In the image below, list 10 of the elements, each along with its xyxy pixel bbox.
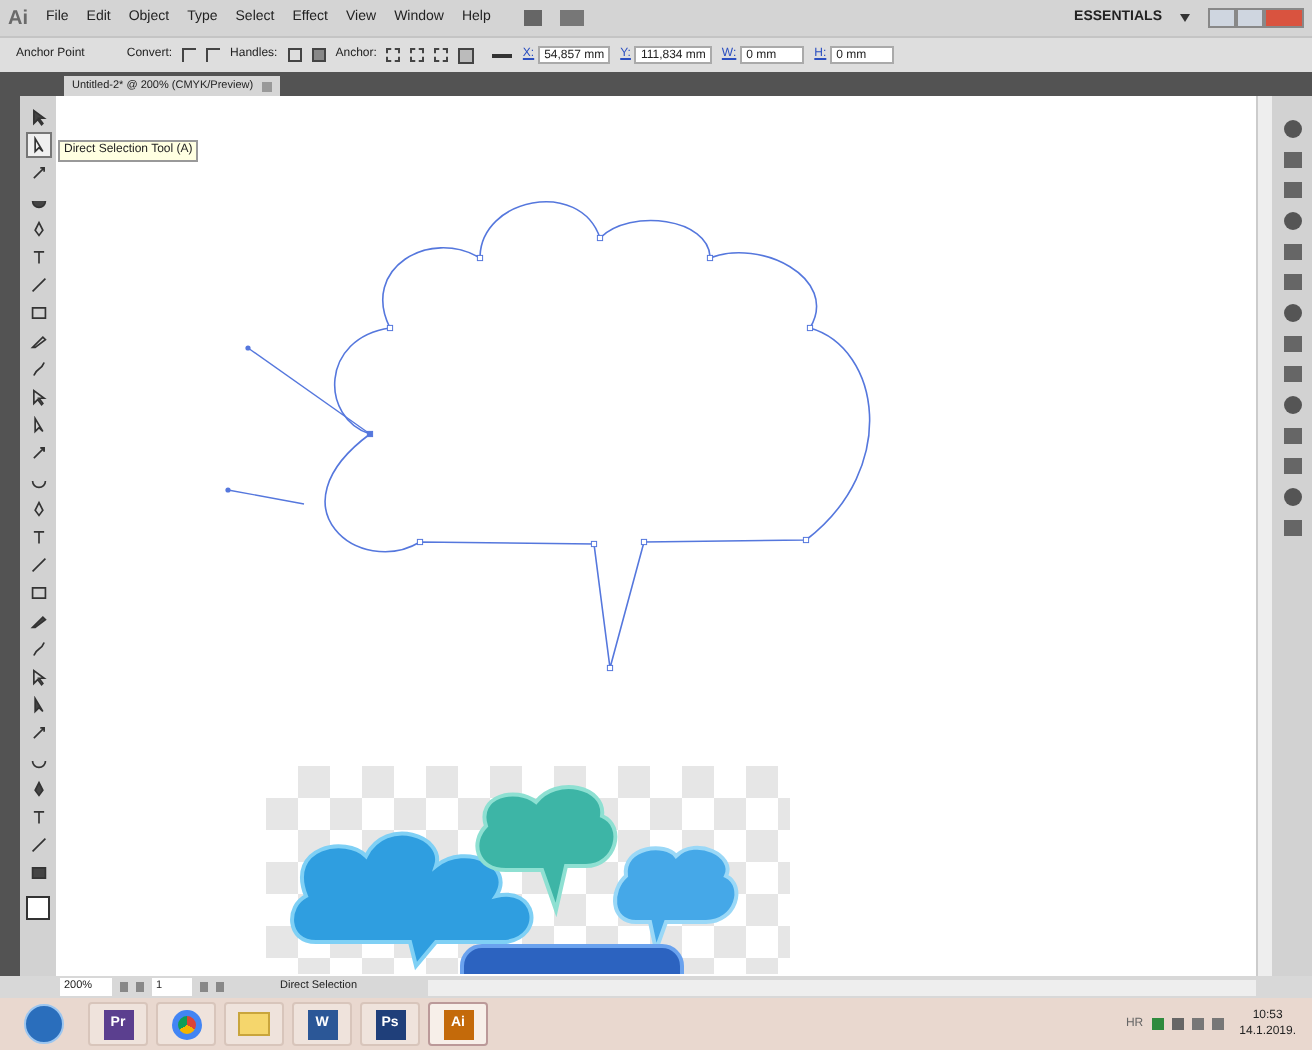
folder-icon xyxy=(238,1012,270,1036)
app-logo: Ai xyxy=(8,5,28,33)
horizontal-scrollbar[interactable] xyxy=(428,979,1256,995)
fill-stroke-swatch[interactable] xyxy=(26,896,50,920)
taskbar-button[interactable] xyxy=(156,1002,216,1046)
browser-icon xyxy=(171,1009,201,1039)
vertical-scrollbar[interactable] xyxy=(1256,96,1272,976)
start-button[interactable] xyxy=(24,1004,64,1044)
tray-icon[interactable] xyxy=(1151,1018,1164,1030)
caret-icon[interactable] xyxy=(1180,14,1190,22)
